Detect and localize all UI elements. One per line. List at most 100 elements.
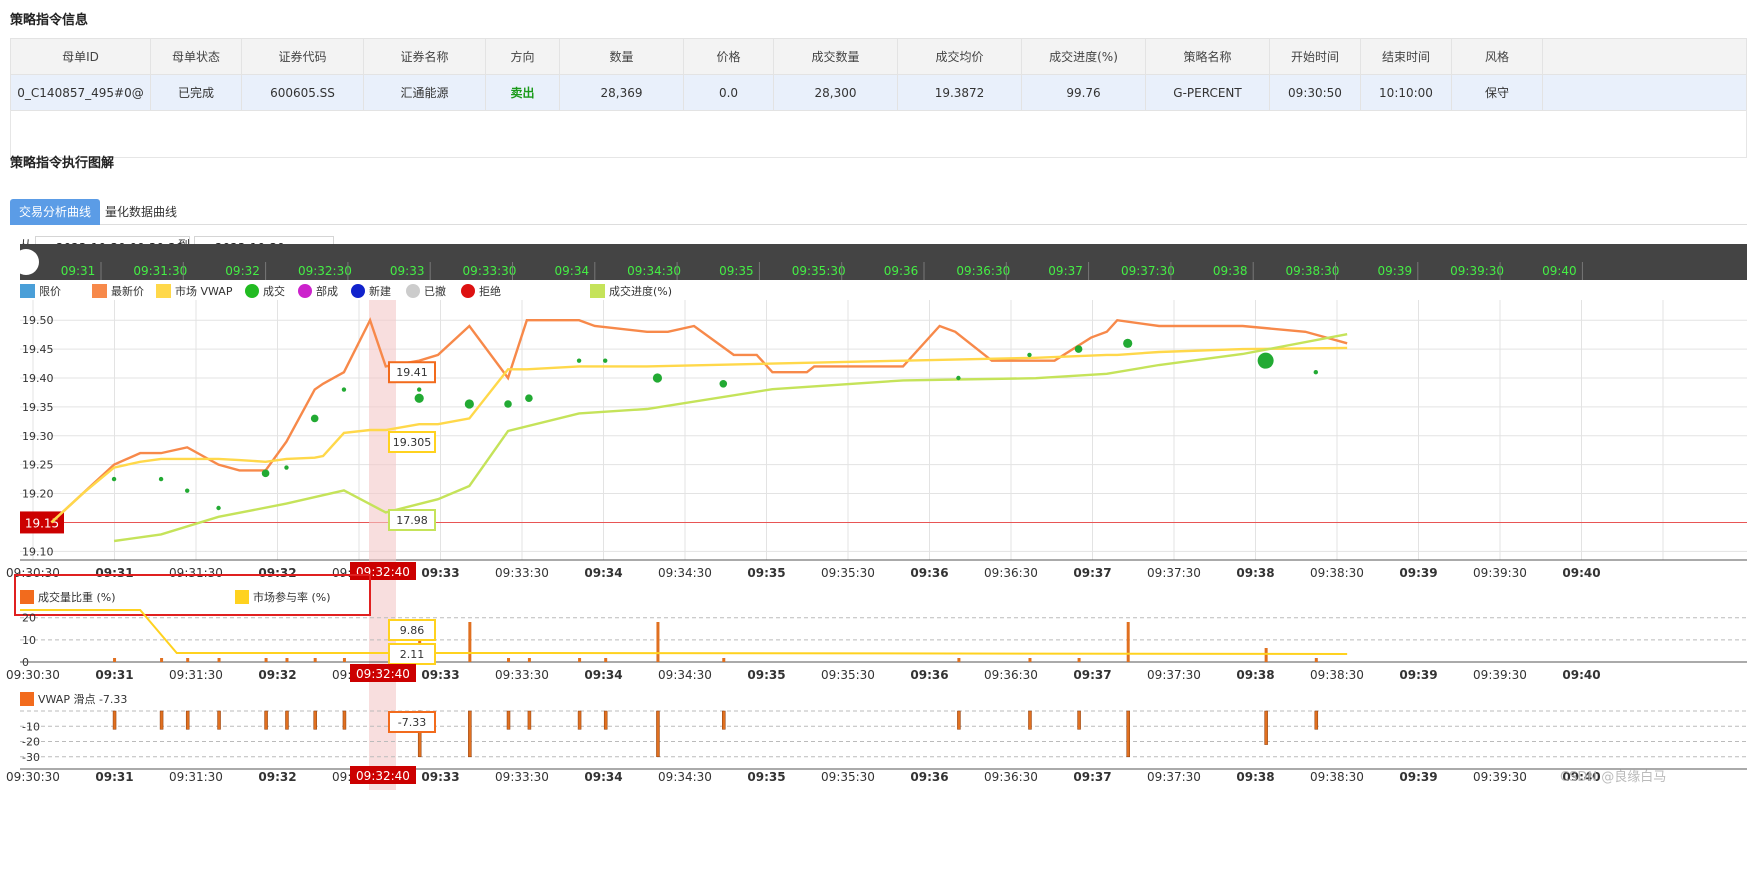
legend-label: 新建 [369, 284, 391, 298]
watermark: CSDN @良缘白马 [1560, 769, 1666, 785]
navigator-tick: 09:38:30 [1286, 264, 1340, 278]
x-tick-label: 09:34 [584, 770, 622, 784]
x-tick-label: 09:39:30 [1473, 668, 1527, 682]
legend-marker [351, 284, 365, 298]
x-tick-label: 09:35 [747, 668, 785, 682]
crosshair-last-price: 19.41 [396, 366, 428, 379]
fill-dot [111, 476, 117, 482]
legend-marker [406, 284, 420, 298]
navigator-tick: 09:32 [225, 264, 260, 278]
fill-dot [1074, 345, 1083, 353]
slippage-bar [159, 710, 164, 730]
slippage-bar [722, 710, 726, 730]
legend-label: 拒绝 [479, 284, 501, 298]
ratio-bar [722, 658, 726, 662]
navigator-tick: 09:34 [555, 264, 590, 278]
x-tick-label: 09:32 [258, 566, 296, 580]
fill-dot [158, 476, 164, 482]
x-tick-label: 09:35 [747, 566, 785, 580]
x-tick-label: 09:39 [1399, 770, 1437, 784]
slippage-bar [342, 710, 347, 730]
fill-dot [464, 399, 474, 409]
x-tick-label: 09:37:30 [1147, 566, 1201, 580]
ratio-bar [957, 658, 961, 662]
x-tick-label: 09:34 [584, 566, 622, 580]
fill-dot [284, 465, 289, 470]
x-tick-label: 09:33 [421, 566, 459, 580]
trade-analysis-chart[interactable]: 09:31 09:31:30 09:32 09:32:30 09:33 09:33:30 0… [0, 0, 1747, 884]
y-tick-label: 19.25 [22, 459, 54, 472]
y-tick-label: 19.30 [22, 430, 54, 443]
x-tick-label: 09:36:30 [984, 668, 1038, 682]
x-tick-label: 09:39:30 [1473, 770, 1527, 784]
slippage-bar [603, 710, 608, 730]
crosshair-participation: 2.11 [400, 648, 425, 661]
x-tick-label: 09:34:30 [658, 668, 712, 682]
fill-dot [414, 393, 424, 403]
legend-swatch [92, 284, 107, 298]
legend-label: 最新价 [111, 284, 144, 298]
fill-dot [719, 379, 728, 388]
slippage-bar [217, 710, 221, 730]
legend-swatch [235, 590, 249, 604]
ratio-bar [113, 658, 117, 662]
x-tick-label: 09:38 [1236, 770, 1274, 784]
series-line [50, 317, 1348, 524]
ratio-bar [160, 658, 164, 662]
x-tick-label: 09:37 [1073, 668, 1111, 682]
navigator-tick: 09:35 [719, 264, 754, 278]
y-tick-label: 19.20 [22, 488, 54, 501]
legend-swatch [20, 692, 34, 706]
legend-label: 成交进度(%) [609, 284, 672, 298]
x-tick-label: 09:38:30 [1310, 668, 1364, 682]
ratio-bar [264, 658, 268, 662]
x-tick-label: 09:36:30 [984, 566, 1038, 580]
fill-dot [216, 505, 221, 511]
fill-dot [956, 375, 961, 381]
fill-dot [652, 373, 663, 383]
y-tick-label: 10 [22, 634, 36, 647]
fill-dot [1257, 352, 1274, 369]
crosshair-slippage: -7.33 [398, 716, 426, 729]
x-tick-label: 09:34:30 [658, 770, 712, 784]
legend-label: 限价 [39, 285, 61, 298]
y-tick-label: 19.40 [22, 372, 54, 385]
fill-dot [185, 488, 190, 493]
slippage-bar [1028, 710, 1032, 730]
navigator-tick: 09:31:30 [133, 264, 187, 278]
x-tick-label: 09:33 [421, 668, 459, 682]
x-tick-label: 09:31 [95, 668, 133, 682]
x-tick-label: 09:34 [584, 668, 622, 682]
slippage-bar [264, 710, 268, 730]
slippage-bar [957, 710, 961, 730]
slippage-bar [1314, 710, 1319, 730]
legend-marker [298, 284, 312, 298]
x-tick-label: 09:31:30 [169, 566, 223, 580]
x-tick-label: 09:39:30 [1473, 566, 1527, 580]
ratio-bar [656, 622, 660, 662]
navigator-tick: 09:36:30 [956, 264, 1010, 278]
slippage-bar [1126, 710, 1130, 758]
navigator-tick: 09:37:30 [1121, 264, 1175, 278]
x-tick-label: 09:37 [1073, 566, 1111, 580]
ratio-bar [186, 658, 190, 662]
x-tick-label: 09:39 [1399, 566, 1437, 580]
y-tick-label: -30 [22, 751, 40, 764]
x-tick-label: 09:35:30 [821, 566, 875, 580]
slippage-bar [656, 710, 660, 758]
x-tick-label: 09:31 [95, 566, 133, 580]
x-tick-label: 09:38:30 [1310, 566, 1364, 580]
slippage-bar [527, 710, 532, 730]
ratio-bar [468, 622, 472, 662]
x-tick-label: 09:36 [910, 566, 948, 580]
slippage-bar [285, 710, 289, 730]
series-line [50, 346, 1348, 524]
navigator-tick: 09:40 [1542, 264, 1577, 278]
x-tick-label: 09:35:30 [821, 770, 875, 784]
x-tick-label: 09:36 [910, 770, 948, 784]
crosshair-time-label: 09:32:40 [356, 667, 410, 681]
legend-label: VWAP 滑点 -7.33 [38, 693, 127, 706]
x-tick-label: 09:33 [421, 770, 459, 784]
slippage-bar [112, 710, 117, 730]
x-tick-label: 09:31:30 [169, 668, 223, 682]
